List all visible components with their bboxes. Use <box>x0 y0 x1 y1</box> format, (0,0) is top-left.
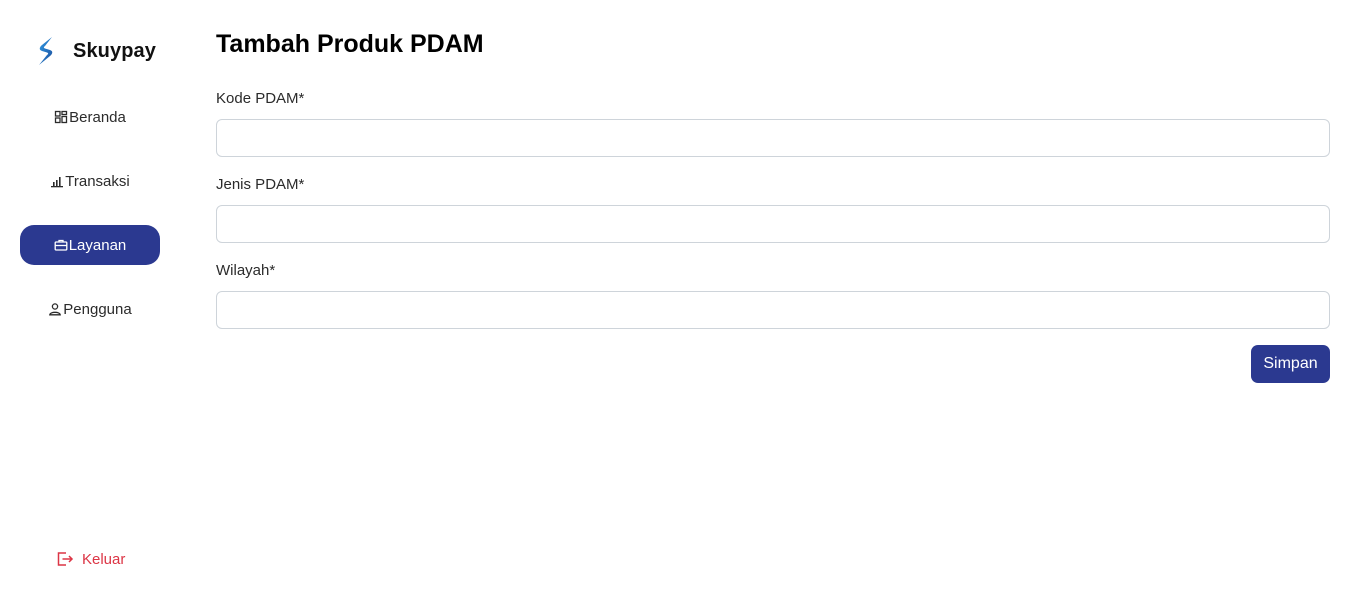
sidebar-nav: Beranda Transaksi Layanan Pengguna <box>20 97 160 353</box>
app-root: Skuypay Beranda Transaksi Layanan Penggu… <box>0 0 1366 604</box>
sidebar-item-label: Beranda <box>69 108 126 126</box>
kode-pdam-input[interactable] <box>216 119 1330 157</box>
jenis-pdam-label: Jenis PDAM* <box>216 176 305 193</box>
sidebar-item-label: Pengguna <box>63 300 132 318</box>
briefcase-icon <box>54 238 68 252</box>
skuypay-logo-icon <box>34 36 58 66</box>
sidebar: Skuypay Beranda Transaksi Layanan Penggu… <box>0 0 180 604</box>
sidebar-item-label: Layanan <box>68 236 127 254</box>
bar-chart-icon <box>50 174 64 188</box>
logout-button[interactable]: Keluar <box>56 550 125 568</box>
wilayah-input[interactable] <box>216 291 1330 329</box>
sidebar-item-pengguna[interactable]: Pengguna <box>20 289 160 329</box>
wilayah-label: Wilayah* <box>216 262 276 279</box>
dashboard-grid-icon <box>54 110 68 124</box>
user-icon <box>48 302 62 316</box>
sidebar-item-transaksi[interactable]: Transaksi <box>20 161 160 201</box>
brand-name: Skuypay <box>73 39 156 62</box>
jenis-pdam-input[interactable] <box>216 205 1330 243</box>
sidebar-item-beranda[interactable]: Beranda <box>20 97 160 137</box>
sidebar-item-layanan[interactable]: Layanan <box>20 225 160 265</box>
sidebar-item-label: Transaksi <box>65 172 130 190</box>
page-title: Tambah Produk PDAM <box>216 30 484 58</box>
logout-icon <box>56 550 74 568</box>
logout-label: Keluar <box>82 550 126 568</box>
save-button[interactable]: Simpan <box>1251 345 1330 383</box>
kode-pdam-label: Kode PDAM* <box>216 90 305 107</box>
brand[interactable]: Skuypay <box>34 36 156 66</box>
